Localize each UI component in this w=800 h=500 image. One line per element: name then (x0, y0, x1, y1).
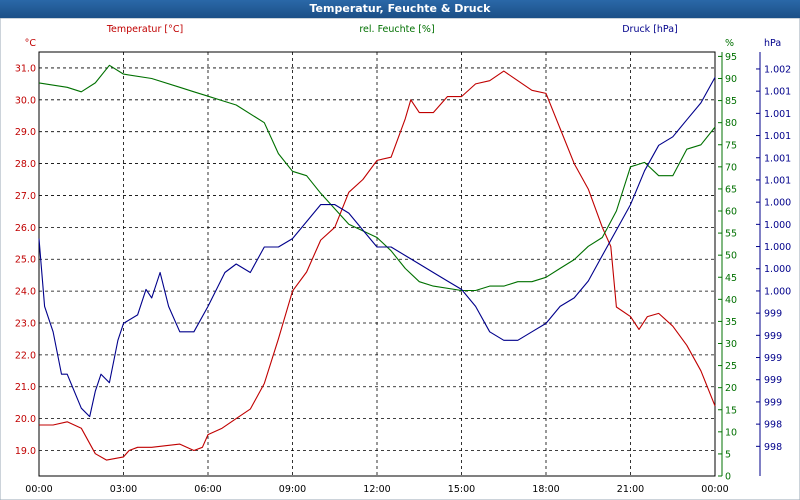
x-tick-time: 00:00 (25, 484, 52, 495)
y-right1-tick: 70 (725, 162, 737, 173)
y-right1-tick: 0 (725, 472, 731, 483)
x-tick-time: 09:00 (279, 484, 306, 495)
y-right2-label: Druck [hPa] (622, 24, 678, 35)
y-right1-unit: % (725, 38, 734, 49)
y-right1-tick: 85 (725, 96, 737, 107)
y-right2-tick: 1.001 (764, 87, 791, 98)
y-right2-tick: 1.001 (764, 153, 791, 164)
x-tick-time: 15:00 (448, 484, 475, 495)
y-right1-tick: 25 (725, 361, 737, 372)
y-left-tick: 20.0 (15, 414, 36, 425)
y-right2-tick: 1.000 (764, 220, 791, 231)
y-right1-tick: 30 (725, 339, 737, 350)
y-right1-tick: 60 (725, 207, 737, 218)
y-right1-tick: 65 (725, 184, 737, 195)
y-right2-tick: 999 (764, 331, 782, 342)
y-right1-tick: 20 (725, 383, 737, 394)
x-tick-time: 18:00 (532, 484, 559, 495)
y-right2-tick: 1.001 (764, 131, 791, 142)
y-left-label: Temperatur [°C] (106, 24, 183, 35)
y-right2-tick: 999 (764, 309, 782, 320)
y-right2-unit: hPa (764, 38, 781, 49)
y-left-tick: 22.0 (15, 350, 36, 361)
y-left-tick: 26.0 (15, 223, 36, 234)
x-tick-time: 12:00 (363, 484, 390, 495)
y-right1-tick: 15 (725, 405, 737, 416)
y-left-tick: 29.0 (15, 127, 36, 138)
y-right2-tick: 999 (764, 375, 782, 386)
y-left-tick: 28.0 (15, 159, 36, 170)
y-right2-tick: 1.000 (764, 286, 791, 297)
x-tick-time: 03:00 (110, 484, 137, 495)
y-right2-tick: 1.000 (764, 264, 791, 275)
y-right2-tick: 998 (764, 442, 782, 453)
y-left-tick: 25.0 (15, 255, 36, 266)
y-left-tick: 19.0 (15, 446, 36, 457)
y-right2-tick: 1.002 (764, 64, 791, 75)
y-right1-tick: 10 (725, 427, 737, 438)
y-right1-tick: 55 (725, 229, 737, 240)
y-right1-tick: 95 (725, 52, 737, 63)
window-title: Temperatur, Feuchte & Druck (0, 0, 800, 18)
y-left-tick: 31.0 (15, 63, 36, 74)
x-tick-time: 21:00 (617, 484, 644, 495)
y-left-unit: °C (25, 38, 37, 49)
y-right2-tick: 1.001 (764, 109, 791, 120)
y-left-tick: 21.0 (15, 382, 36, 393)
y-right1-tick: 80 (725, 118, 737, 129)
y-right1-tick: 45 (725, 273, 737, 284)
y-right2-tick: 999 (764, 397, 782, 408)
y-right2-tick: 998 (764, 420, 782, 431)
y-right2-tick: 1.001 (764, 175, 791, 186)
climate-chart: 00:0004.08.2603:0004.08.2606:0004.08.260… (0, 18, 800, 500)
y-right1-label: rel. Feuchte [%] (359, 24, 434, 35)
y-left-tick: 23.0 (15, 318, 36, 329)
x-tick-time: 06:00 (194, 484, 221, 495)
y-left-tick: 27.0 (15, 191, 36, 202)
y-right2-tick: 1.000 (764, 198, 791, 209)
y-right1-tick: 40 (725, 295, 737, 306)
y-right1-tick: 5 (725, 449, 731, 460)
y-right1-tick: 35 (725, 317, 737, 328)
y-left-tick: 24.0 (15, 287, 36, 298)
y-left-tick: 30.0 (15, 95, 36, 106)
y-right1-tick: 50 (725, 251, 737, 262)
y-right2-tick: 999 (764, 353, 782, 364)
x-tick-time: 00:00 (701, 484, 728, 495)
y-right1-tick: 75 (725, 140, 737, 151)
y-right2-tick: 1.000 (764, 242, 791, 253)
y-right1-tick: 90 (725, 74, 737, 85)
